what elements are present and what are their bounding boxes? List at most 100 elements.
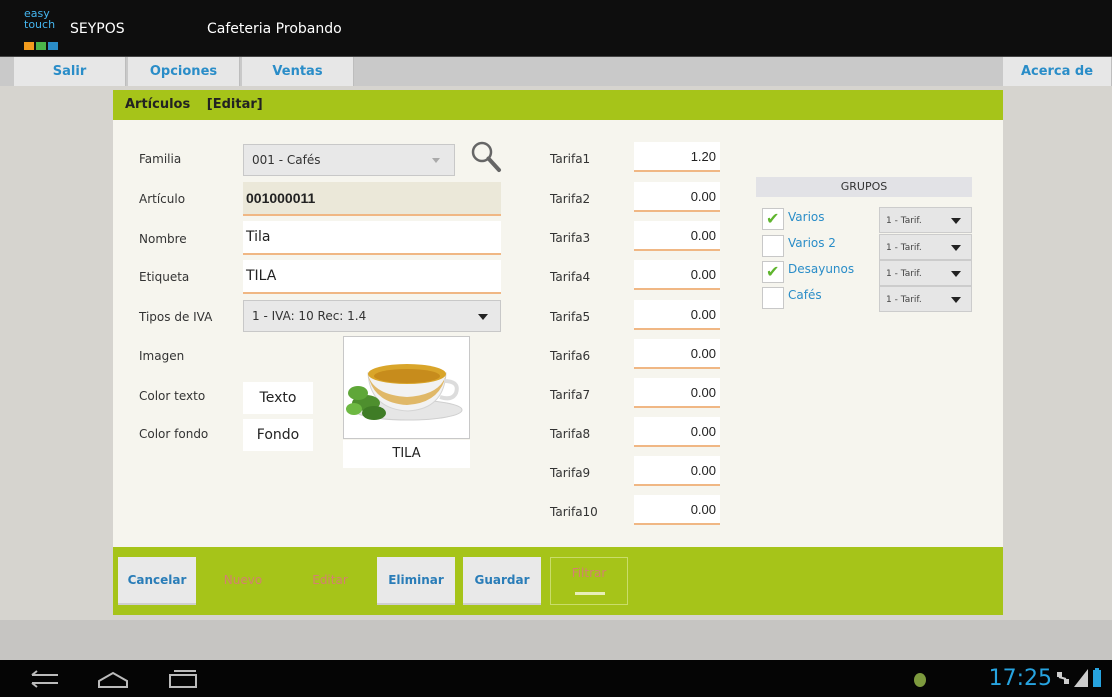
tarifa1-label: Tarifa1 [550,152,591,166]
panel-title: Artículos [Editar] [125,97,263,112]
grupo-cafes-checkbox[interactable] [762,287,784,309]
panel-title-text: Artículos [125,97,191,112]
grupo-varios2-checkbox[interactable] [762,235,784,257]
grupo-cafes-tarifa-select[interactable]: 1 - Tarif. [879,286,972,312]
eliminar-button[interactable]: Eliminar [377,557,455,605]
tarifa5-label: Tarifa5 [550,310,591,324]
clock: 17:25 [988,666,1052,691]
tarifa9-field[interactable]: 0.00 [634,456,720,486]
tarifa3-label: Tarifa3 [550,231,591,245]
logo-square-green [36,42,46,50]
checkmark-icon: ✔ [766,262,780,281]
etiqueta-field[interactable]: TILA [243,260,501,294]
grupo-varios2-label: Varios 2 [788,236,836,250]
iva-label: Tipos de IVA [139,310,213,324]
tarifa7-field[interactable]: 0.00 [634,378,720,408]
grupo-varios-checkbox[interactable]: ✔ [762,208,784,230]
articulo-field[interactable]: 001000011 [243,182,501,216]
menu-bar: Salir Opciones Ventas Acerca de [0,56,1112,87]
chevron-down-icon [478,314,488,320]
tarifa4-field[interactable]: 0.00 [634,260,720,290]
tarifa8-field[interactable]: 0.00 [634,417,720,447]
chevron-down-icon [951,271,961,277]
grupo-varios-tarifa-select[interactable]: 1 - Tarif. [879,207,972,233]
tarifa10-label: Tarifa10 [550,505,598,519]
grupo-cafes-tarifa-value: 1 - Tarif. [886,295,922,305]
home-icon[interactable] [96,669,130,689]
etiqueta-label: Etiqueta [139,270,190,284]
familia-value: 001 - Cafés [252,153,321,167]
bottom-strip [0,620,1112,660]
grupo-varios-tarifa-value: 1 - Tarif. [886,216,922,226]
guardar-button[interactable]: Guardar [463,557,541,605]
back-icon[interactable] [28,669,62,689]
grupo-desayunos-tarifa-value: 1 - Tarif. [886,269,922,279]
grupo-varios-label: Varios [788,210,825,224]
grupo-cafes-label: Cafés [788,288,822,302]
recent-apps-icon[interactable] [166,669,200,689]
editar-button[interactable]: Editar [291,557,369,605]
tarifa6-label: Tarifa6 [550,349,591,363]
panel-footer: Cancelar Nuevo Editar Eliminar Guardar F… [113,547,1003,615]
shop-name: Cafeteria Probando [207,21,342,37]
tarifa10-field[interactable]: 0.00 [634,495,720,525]
chevron-down-icon [432,158,440,163]
checkmark-icon: ✔ [766,209,780,228]
chevron-down-icon [951,245,961,251]
panel-body: Familia 001 - Cafés Artículo 001000011 N… [113,120,1003,547]
tarifa4-label: Tarifa4 [550,270,591,284]
nombre-field[interactable]: Tila [243,221,501,255]
cancelar-button[interactable]: Cancelar [118,557,196,605]
color-fondo-button[interactable]: Fondo [243,419,313,451]
product-image[interactable] [343,336,470,439]
app-logo: easy touch [24,8,66,52]
logo-square-orange [24,42,34,50]
familia-select[interactable]: 001 - Cafés [243,144,455,176]
tarifa5-field[interactable]: 0.00 [634,300,720,330]
nuevo-button[interactable]: Nuevo [204,557,282,605]
acerca-de-button[interactable]: Acerca de [1003,57,1112,87]
chevron-down-icon [951,218,961,224]
opciones-button[interactable]: Opciones [128,57,240,87]
tarifa9-label: Tarifa9 [550,466,591,480]
app-name: SEYPOS [70,21,125,37]
nombre-label: Nombre [139,232,187,246]
tea-cup-image [346,364,463,421]
logo-square-blue [48,42,58,50]
title-bar: easy touch SEYPOS Cafeteria Probando [0,0,1112,56]
color-texto-label: Color texto [139,389,206,403]
filtrar-label: Filtrar [571,566,607,580]
familia-label: Familia [139,152,182,166]
grupo-desayunos-checkbox[interactable]: ✔ [762,261,784,283]
articulos-panel: Artículos [Editar] Familia 001 - Cafés A… [113,90,1003,615]
iva-select[interactable]: 1 - IVA: 10 Rec: 1.4 [243,300,501,332]
system-nav-bar: 17:25 [0,660,1112,697]
filtrar-indicator [575,592,605,595]
search-icon[interactable] [470,140,502,174]
android-notification-icon [914,673,926,687]
tarifa2-label: Tarifa2 [550,192,591,206]
image-caption: TILA [343,440,470,468]
ventas-button[interactable]: Ventas [242,57,354,87]
color-fondo-label: Color fondo [139,427,209,441]
tarifa1-field[interactable]: 1.20 [634,142,720,172]
battery-icon [1093,668,1101,687]
chevron-down-icon [951,297,961,303]
panel-header: Artículos [Editar] [113,90,1003,120]
grupo-varios2-tarifa-select[interactable]: 1 - Tarif. [879,234,972,260]
grupo-desayunos-tarifa-select[interactable]: 1 - Tarif. [879,260,972,286]
logo-line2: touch [24,18,56,31]
panel-mode: [Editar] [206,97,263,112]
grupo-varios2-tarifa-value: 1 - Tarif. [886,243,922,253]
signal-icon [1074,669,1088,687]
tarifa3-field[interactable]: 0.00 [634,221,720,251]
grupo-desayunos-label: Desayunos [788,262,855,276]
tarifa6-field[interactable]: 0.00 [634,339,720,369]
salir-button[interactable]: Salir [14,57,126,87]
articulo-label: Artículo [139,192,186,206]
network-icon [1057,672,1069,684]
tarifa2-field[interactable]: 0.00 [634,182,720,212]
filtrar-button[interactable]: Filtrar [550,557,628,605]
color-texto-button[interactable]: Texto [243,382,313,414]
tarifa7-label: Tarifa7 [550,388,591,402]
